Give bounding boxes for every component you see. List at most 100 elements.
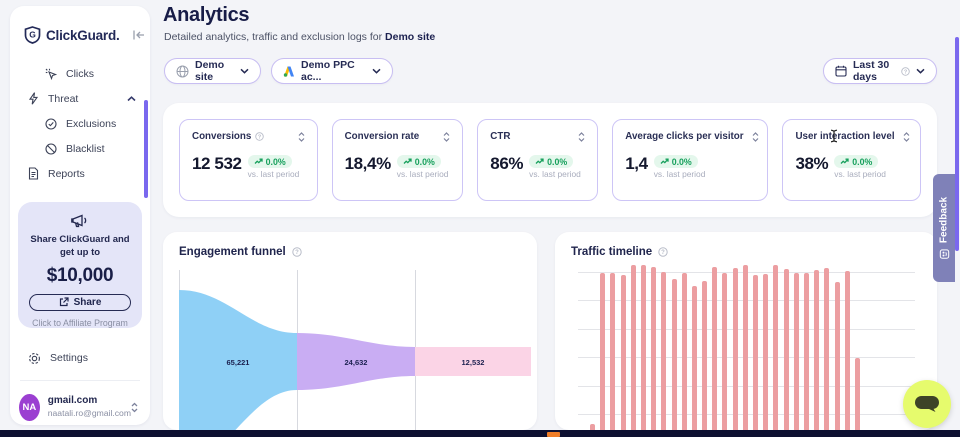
- calendar-icon: [835, 65, 847, 77]
- share-button-label: Share: [74, 297, 102, 308]
- promo-text: Share ClickGuard and get up to: [30, 233, 129, 260]
- info-circle-icon[interactable]: ?: [255, 132, 264, 141]
- timeline-bar: [733, 268, 738, 430]
- page-subtitle: Detailed analytics, traffic and exclusio…: [164, 31, 435, 43]
- sidebar-item-threat[interactable]: Threat: [10, 86, 150, 111]
- account-switcher[interactable]: NA gmail.com naatali.ro@gmail.com: [10, 390, 150, 424]
- funnel-label: 12,532: [462, 358, 485, 367]
- site-selector[interactable]: Demo site: [164, 58, 261, 84]
- funnel-label: 24,632: [345, 358, 368, 367]
- sidebar-item-exclusions[interactable]: Exclusions: [10, 111, 150, 136]
- affiliate-promo-card[interactable]: Share ClickGuard and get up to $10,000 S…: [18, 202, 142, 328]
- metric-value: 38%: [795, 155, 828, 174]
- info-circle-icon[interactable]: ?: [292, 247, 302, 257]
- threat-icon: [28, 92, 39, 105]
- sidebar-item-label: Exclusions: [66, 118, 116, 130]
- svg-text:G: G: [29, 30, 36, 40]
- info-circle-icon[interactable]: ?: [658, 247, 668, 257]
- metric-card-conversions[interactable]: Conversions ? 12 532 0.0% vs. last perio…: [179, 119, 318, 201]
- timeline-bar: [743, 265, 748, 430]
- metric-value: 86%: [490, 155, 523, 174]
- chat-widget-button[interactable]: [903, 380, 951, 428]
- shield-logo-icon: G: [24, 26, 41, 44]
- svg-text:?: ?: [904, 69, 907, 75]
- timeline-bar: [661, 272, 666, 430]
- sidebar-item-reports[interactable]: Reports: [10, 161, 150, 186]
- metric-card-avg-clicks[interactable]: Average clicks per visitor 1,4 0.0% vs. …: [612, 119, 768, 201]
- chevron-up-icon[interactable]: [127, 96, 136, 102]
- smiley-icon: [939, 249, 949, 259]
- page-scrollbar[interactable]: [955, 37, 959, 251]
- trend-badge: 0.0%: [834, 155, 878, 168]
- timeline-bar: [763, 274, 768, 430]
- trend-badge: 0.0%: [397, 155, 441, 168]
- sort-icon[interactable]: [903, 132, 910, 142]
- metric-card-conversion-rate[interactable]: Conversion rate 18,4% 0.0% vs. last peri…: [332, 119, 464, 201]
- svg-text:?: ?: [295, 250, 299, 256]
- metric-card-user-interaction[interactable]: User interaction level 38% 0.0% vs. last…: [782, 119, 921, 201]
- metric-label: Conversion rate: [345, 131, 420, 142]
- sort-icon[interactable]: [578, 132, 585, 142]
- svg-text:?: ?: [258, 134, 261, 140]
- collapse-sidebar-icon[interactable]: [133, 30, 145, 40]
- timeline-bar: [784, 269, 789, 430]
- timeline-bar: [651, 267, 656, 430]
- account-name: gmail.com: [48, 395, 131, 408]
- sort-icon[interactable]: [298, 132, 305, 142]
- metric-label: CTR: [490, 131, 510, 142]
- gear-icon: [28, 352, 41, 365]
- compare-label: vs. last period: [397, 169, 449, 179]
- sidebar-nav: Clicks Threat Exclusions Blacklist Repor…: [10, 61, 150, 186]
- timeline-bar: [631, 265, 636, 430]
- date-range-selector[interactable]: Last 30 days ?: [823, 58, 937, 84]
- select-chevrons-icon: [131, 402, 138, 413]
- compare-label: vs. last period: [834, 169, 886, 179]
- metric-value: 12 532: [192, 155, 242, 174]
- sidebar-scrollbar[interactable]: [144, 100, 148, 198]
- settings-label: Settings: [50, 352, 88, 364]
- timeline-bar: [824, 268, 829, 430]
- feedback-tab[interactable]: Feedback: [933, 174, 955, 282]
- text-cursor: [829, 129, 839, 143]
- timeline-bar: [621, 275, 626, 430]
- click-icon: [45, 68, 57, 80]
- chevron-down-icon: [240, 68, 249, 74]
- timeline-bar: [855, 358, 860, 430]
- chevron-down-icon: [372, 68, 381, 74]
- metric-label: User interaction level: [795, 131, 894, 142]
- compare-label: vs. last period: [529, 169, 581, 179]
- sidebar-item-blacklist[interactable]: Blacklist: [10, 136, 150, 161]
- timeline-bar: [610, 273, 615, 430]
- cutoff-element: [547, 432, 560, 437]
- sidebar-item-settings[interactable]: Settings: [10, 346, 150, 370]
- account-email: naatali.ro@gmail.com: [48, 408, 131, 419]
- site-selector-value: Demo site: [195, 59, 234, 83]
- google-ads-icon: [283, 66, 295, 77]
- share-button[interactable]: Share: [29, 294, 131, 311]
- blacklist-icon: [45, 143, 57, 155]
- sort-icon[interactable]: [443, 132, 450, 142]
- globe-icon: [176, 65, 189, 78]
- trend-badge: 0.0%: [654, 155, 698, 168]
- sidebar-item-label: Clicks: [66, 68, 94, 80]
- chat-bubble-icon: [914, 394, 940, 415]
- sidebar-item-label: Reports: [48, 168, 85, 180]
- sidebar-divider: [20, 380, 140, 381]
- funnel-title: Engagement funnel: [179, 246, 286, 258]
- timeline-title: Traffic timeline: [571, 246, 652, 258]
- megaphone-icon: [70, 213, 90, 229]
- logo[interactable]: G ClickGuard.: [24, 26, 145, 44]
- subtitle-site-name: Demo site: [385, 31, 435, 43]
- page-title: Analytics: [163, 4, 249, 27]
- compare-label: vs. last period: [248, 169, 300, 179]
- funnel-chart: 65,221 24,632 12,532: [179, 265, 531, 430]
- ppc-account-selector[interactable]: Demo PPC ac...: [271, 58, 393, 84]
- sort-icon[interactable]: [752, 132, 759, 142]
- timeline-bar: [712, 267, 717, 430]
- funnel-label: 65,221: [227, 358, 250, 367]
- metric-card-ctr[interactable]: CTR 86% 0.0% vs. last period: [477, 119, 598, 201]
- ppc-selector-value: Demo PPC ac...: [301, 59, 366, 83]
- trend-badge: 0.0%: [248, 155, 292, 168]
- sidebar-item-clicks[interactable]: Clicks: [10, 61, 150, 86]
- svg-text:?: ?: [661, 250, 665, 256]
